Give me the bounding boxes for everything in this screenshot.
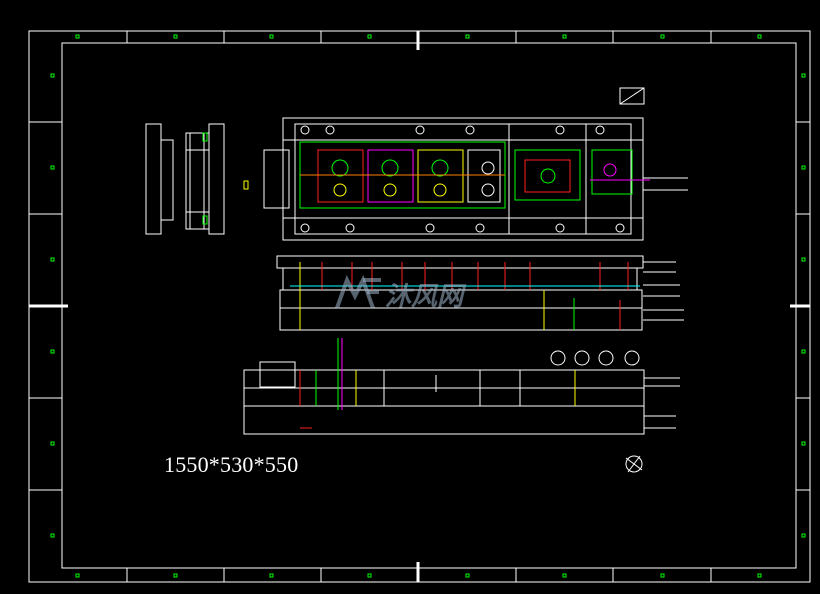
detail-symbol-bottom-right xyxy=(625,455,643,473)
watermark-text: 沐风网 xyxy=(385,282,464,312)
side-view-left xyxy=(145,123,249,235)
lower-section-view xyxy=(243,338,680,435)
dimension-note: 1550*530*550 xyxy=(164,452,299,477)
detail-symbol-top-right xyxy=(619,87,645,105)
mf-logo-icon xyxy=(335,274,381,309)
watermark: 沐风网 xyxy=(333,274,493,314)
plan-view xyxy=(263,117,688,241)
